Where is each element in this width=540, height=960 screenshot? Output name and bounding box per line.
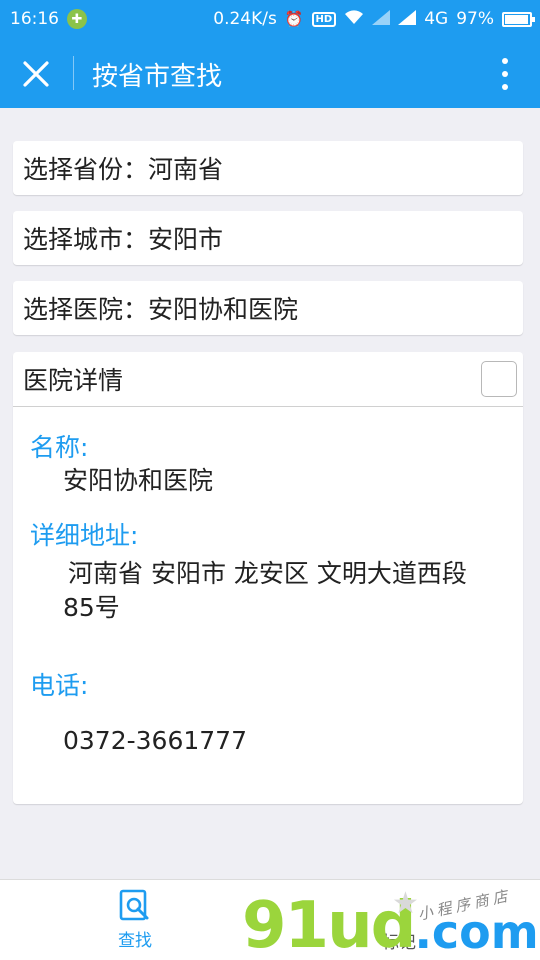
hospital-value: 安阳协和医院 [148, 295, 299, 324]
more-dot-icon [502, 58, 508, 64]
tab-find[interactable]: 查找 [100, 888, 170, 951]
status-bar: 16:16 ✚ 0.24K/s ⏰ HD 4G 97% [0, 0, 540, 38]
tab-mark[interactable]: 标记 [382, 928, 416, 953]
alarm-icon: ⏰ [284, 9, 304, 28]
wechat-notification-icon: ✚ [67, 9, 87, 29]
battery-percent: 97% [456, 9, 494, 29]
hospital-selector[interactable]: 选择医院： 安阳协和医院 [13, 281, 523, 335]
name-value: 安阳协和医院 [63, 466, 214, 495]
address-label: 详细地址: [30, 521, 139, 550]
battery-icon [502, 11, 535, 27]
bottom-tab-bar: 查找 标记 [0, 879, 540, 960]
app-bar: 按省市查找 [0, 38, 540, 108]
province-selector[interactable]: 选择省份： 河南省 [13, 141, 523, 195]
hospital-detail-card: 医院详情 名称: 安阳协和医院 详细地址: 河南省 安阳市 龙安区 文明大道西段… [13, 352, 523, 804]
name-label: 名称: [30, 433, 89, 462]
detail-header-title: 医院详情 [23, 366, 124, 395]
page-title: 按省市查找 [92, 62, 223, 92]
signal-icon-2 [398, 10, 417, 28]
close-icon [23, 61, 49, 87]
hd-icon: HD [311, 11, 337, 27]
close-button[interactable] [14, 52, 58, 96]
city-label: 选择城市： [23, 225, 149, 254]
search-doc-icon [119, 889, 149, 921]
status-left: 16:16 ✚ [10, 9, 87, 29]
phone-value: 0372-3661777 [63, 726, 247, 755]
province-label: 选择省份： [23, 155, 149, 184]
address-line-2: 85号 [63, 593, 120, 622]
status-right: 0.24K/s ⏰ HD 4G 97% [213, 9, 535, 29]
city-selector[interactable]: 选择城市： 安阳市 [13, 211, 523, 265]
network-type: 4G [424, 9, 449, 29]
appbar-divider [73, 56, 74, 90]
clock: 16:16 [10, 9, 59, 29]
tab-mark-label: 标记 [382, 933, 416, 953]
address-line-1: 河南省 安阳市 龙安区 文明大道西段 [68, 559, 467, 588]
wifi-icon [344, 10, 364, 28]
signal-icon-1 [372, 10, 391, 28]
province-value: 河南省 [148, 155, 224, 184]
detail-toggle-checkbox[interactable] [481, 361, 517, 397]
tab-find-label: 查找 [118, 931, 152, 951]
more-dot-icon [502, 84, 508, 90]
city-value: 安阳市 [148, 225, 224, 254]
hospital-label: 选择医院： [23, 295, 149, 324]
more-dot-icon [502, 71, 508, 77]
net-speed: 0.24K/s [213, 9, 277, 29]
detail-header: 医院详情 [13, 352, 523, 407]
phone-label: 电话: [30, 671, 89, 700]
more-menu-button[interactable] [490, 52, 520, 96]
